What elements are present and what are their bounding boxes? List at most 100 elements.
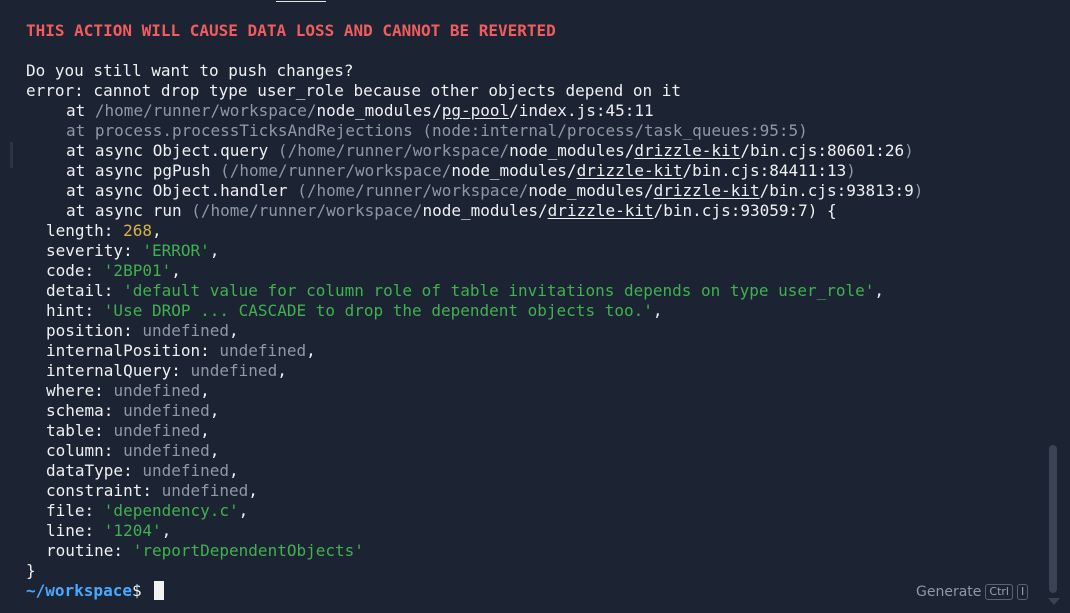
field-comma: , (874, 281, 885, 300)
paren-close: ) (846, 161, 856, 180)
field-comma: , (200, 421, 210, 440)
pane-resize-handle[interactable] (10, 142, 13, 168)
stack-frame-call: at async run (66, 201, 192, 220)
stack-frame: at async Object.query (/home/runner/work… (66, 141, 914, 161)
field-key: schema: (46, 401, 124, 420)
clipped-previous-line (276, 0, 556, 2)
field-key: where: (46, 381, 114, 400)
file-location: /bin.cjs:93813:9 (759, 181, 914, 200)
package-name: pg-pool (441, 101, 510, 120)
error-field: internalQuery: undefined, (46, 361, 287, 381)
prompt-symbol: $ (131, 581, 142, 600)
field-comma: , (229, 461, 239, 480)
error-field: code: '2BP01', (46, 261, 181, 281)
error-field: length: 268, (46, 221, 162, 241)
file-location: /index.js:45:11 (509, 101, 654, 120)
error-field: dataType: undefined, (46, 461, 239, 481)
field-comma: , (161, 521, 172, 540)
closing-brace: } (26, 561, 36, 580)
error-field: file: 'dependency.c', (46, 501, 248, 521)
paren-open: ( (191, 201, 201, 220)
stack-frame-call: at async Object.handler (66, 181, 298, 200)
push-confirm-question: Do you still want to push changes? (26, 61, 354, 80)
field-value: undefined (123, 401, 210, 420)
error-field: schema: undefined, (46, 401, 219, 421)
field-key: detail: (46, 281, 124, 300)
generate-label: Generate (916, 584, 982, 600)
error-field: constraint: undefined, (46, 481, 258, 501)
text-cursor (154, 581, 165, 600)
workspace-path: /home/runner/workspace/ (229, 161, 452, 180)
field-comma: , (209, 241, 220, 260)
workspace-path: /home/runner/workspace/ (94, 101, 317, 120)
package-name: drizzle-kit (576, 161, 683, 180)
field-key: severity: (46, 241, 143, 260)
field-key: line: (46, 521, 104, 540)
field-key: table: (46, 421, 114, 440)
paren-open: ( (220, 161, 230, 180)
i-key-badge: I (1016, 584, 1029, 600)
field-value: 'ERROR' (142, 241, 210, 260)
stack-frame: at async run (/home/runner/workspace/nod… (66, 201, 837, 221)
field-comma: , (306, 341, 316, 360)
scroll-down-icon[interactable] (1048, 598, 1060, 605)
package-name: drizzle-kit (653, 181, 760, 200)
field-value: '1204' (103, 521, 162, 540)
node-modules-path: node_modules/ (422, 201, 548, 220)
file-location: /bin.cjs:93059:7 (653, 201, 808, 220)
error-field: hint: 'Use DROP ... CASCADE to drop the … (46, 301, 663, 321)
field-value: undefined (142, 461, 230, 480)
error-message: error: cannot drop type user_role becaus… (26, 81, 682, 100)
field-value: undefined (190, 361, 278, 380)
node-modules-path: node_modules/ (316, 101, 442, 120)
field-comma: , (171, 261, 181, 280)
field-key: internalPosition: (46, 341, 220, 360)
field-comma: , (652, 301, 663, 320)
field-value: 'Use DROP ... CASCADE to drop the depend… (103, 301, 653, 320)
error-field: internalPosition: undefined, (46, 341, 316, 361)
terminal-output[interactable]: THIS ACTION WILL CAUSE DATA LOSS AND CAN… (0, 0, 1070, 613)
error-field: column: undefined, (46, 441, 219, 461)
stack-frame: at process.processTicksAndRejections (no… (66, 121, 808, 141)
node-modules-path: node_modules/ (451, 161, 577, 180)
field-comma: , (229, 321, 239, 340)
workspace-path: /home/runner/workspace/ (200, 201, 423, 220)
paren-close: ) (904, 141, 914, 160)
field-value: 268 (123, 221, 152, 240)
field-value: undefined (113, 421, 201, 440)
paren-open: ( (297, 181, 307, 200)
error-field: position: undefined, (46, 321, 239, 341)
stack-frame: at async Object.handler (/home/runner/wo… (66, 181, 923, 201)
generate-shortcut-hint[interactable]: Generate Ctrl I (916, 582, 1029, 602)
error-field: table: undefined, (46, 421, 210, 441)
field-key: constraint: (46, 481, 162, 500)
workspace-path: /home/runner/workspace/ (306, 181, 529, 200)
field-comma: , (209, 401, 220, 420)
stack-frame: at async pgPush (/home/runner/workspace/… (66, 161, 856, 181)
scrollbar-thumb[interactable] (1049, 445, 1057, 593)
field-key: hint: (46, 301, 104, 320)
node-modules-path: node_modules/ (509, 141, 635, 160)
stack-frame-call: at (66, 101, 95, 120)
field-key: code: (46, 261, 104, 280)
error-field: line: '1204', (46, 521, 171, 541)
prompt-path: ~/workspace (26, 581, 132, 600)
field-comma: , (200, 381, 210, 400)
field-key: file: (46, 501, 104, 520)
field-key: routine: (46, 541, 133, 560)
field-value: 'dependency.c' (103, 501, 239, 520)
error-field: severity: 'ERROR', (46, 241, 219, 261)
field-comma: , (277, 361, 287, 380)
field-value: '2BP01' (103, 261, 172, 280)
paren-close: ) { (807, 201, 837, 220)
field-key: length: (46, 221, 124, 240)
field-key: dataType: (46, 461, 143, 480)
field-comma: , (248, 481, 258, 500)
field-key: column: (46, 441, 124, 460)
error-field: routine: 'reportDependentObjects' (46, 541, 364, 561)
shell-prompt[interactable]: ~/workspace$ (26, 581, 165, 601)
field-value: 'reportDependentObjects' (132, 541, 364, 560)
error-field: detail: 'default value for column role o… (46, 281, 884, 301)
field-key: internalQuery: (46, 361, 191, 380)
field-value: 'default value for column role of table … (123, 281, 875, 300)
